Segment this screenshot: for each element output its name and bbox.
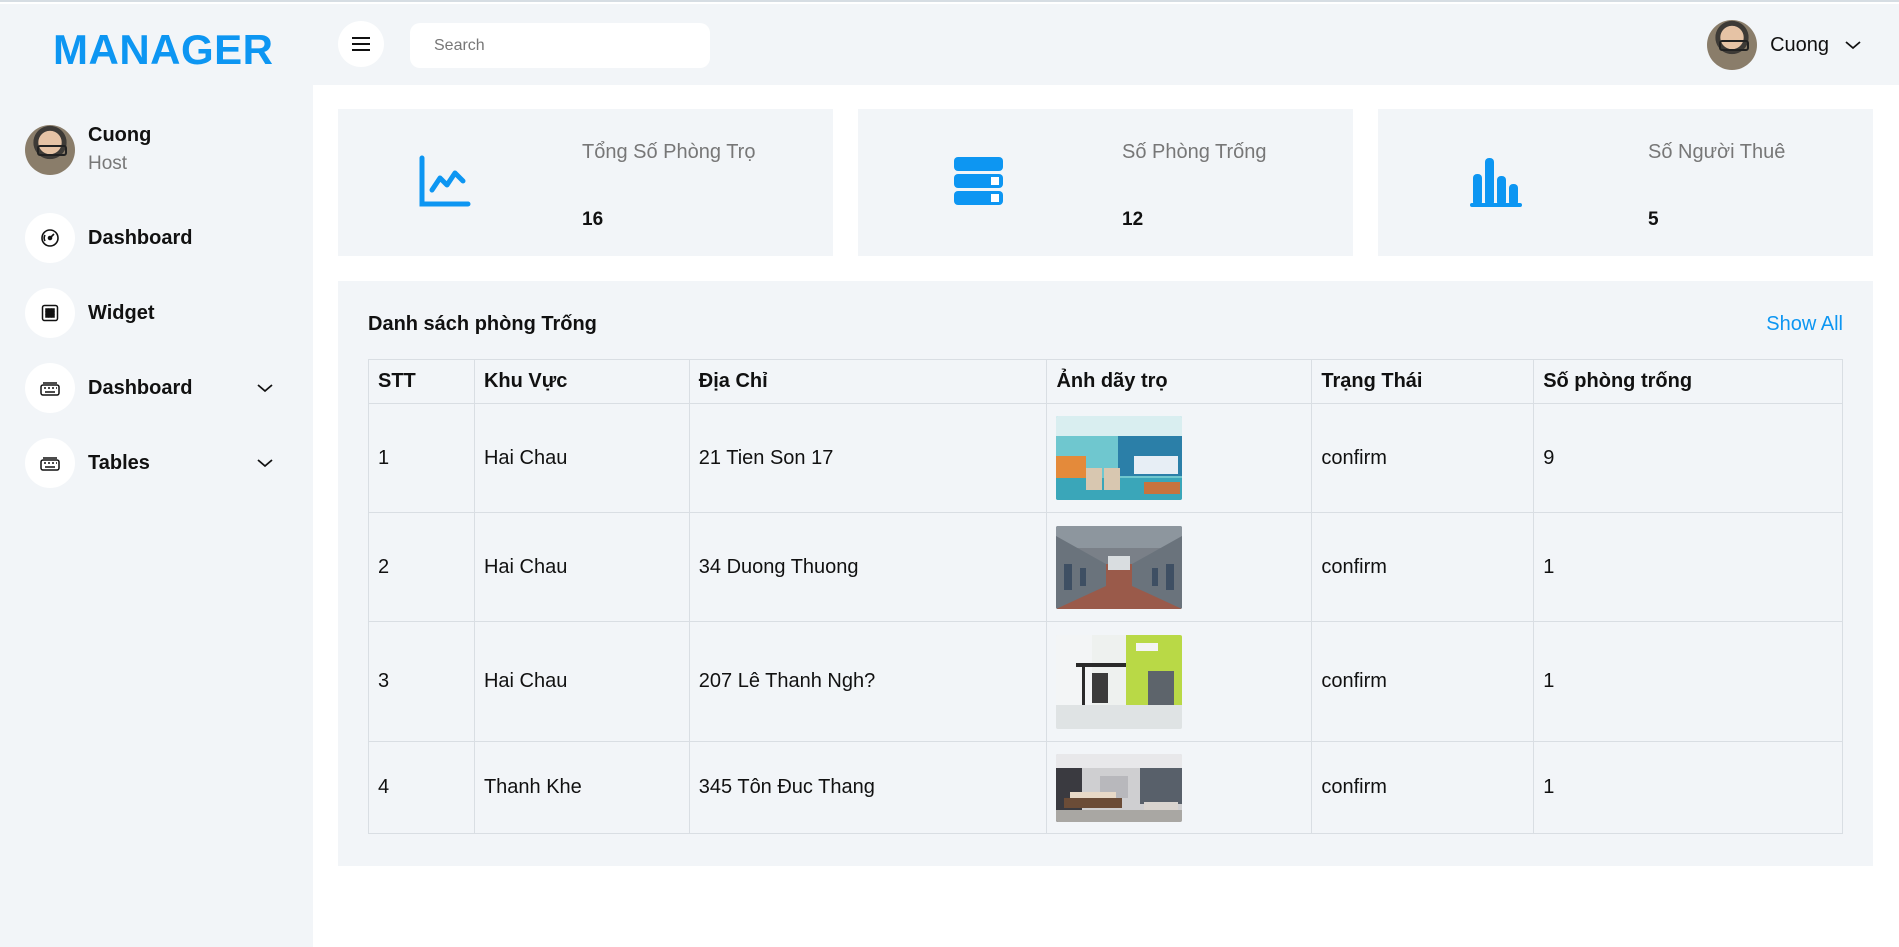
cell-photo xyxy=(1046,741,1313,834)
cell-status: confirm xyxy=(1311,403,1535,513)
sidebar: MANAGER Cuong Host Dashboard Widget Dash… xyxy=(0,4,313,947)
room-photo[interactable] xyxy=(1056,634,1183,729)
cell-photo xyxy=(1046,403,1313,513)
bar-chart-icon xyxy=(1470,158,1522,207)
keyboard-icon xyxy=(25,438,75,488)
table-row[interactable]: 2 Hai Chau 34 Duong Thuong confirm 1 xyxy=(368,512,1843,622)
brand-logo[interactable]: MANAGER xyxy=(53,26,274,74)
stat-title: Số Người Thuê xyxy=(1648,141,1786,163)
avatar xyxy=(25,124,75,175)
user-menu[interactable]: Cuong xyxy=(1707,20,1863,70)
cell-status: confirm xyxy=(1311,741,1535,834)
column-header[interactable]: Ảnh dãy trọ xyxy=(1046,359,1313,404)
cell-empty-rooms: 1 xyxy=(1533,741,1843,834)
profile-role: Host xyxy=(88,153,128,174)
cell-stt: 2 xyxy=(368,512,475,622)
cell-address: 207 Lê Thanh Ngh? xyxy=(688,621,1048,742)
sidebar-nav: Dashboard Widget Dashboard Tables xyxy=(25,213,275,513)
column-header[interactable]: Địa Chỉ xyxy=(688,359,1048,404)
sidebar-item-dashboard[interactable]: Dashboard xyxy=(25,213,275,263)
main-content: Tổng Số Phòng Trọ 16 Số Phòng Trống 12 S… xyxy=(313,85,1899,947)
avatar xyxy=(1707,20,1758,70)
grid-icon xyxy=(25,288,75,338)
column-header[interactable]: Khu Vực xyxy=(473,359,690,404)
column-header[interactable]: Số phòng trống xyxy=(1533,359,1843,404)
stat-value: 12 xyxy=(1122,209,1144,230)
cell-area: Thanh Khe xyxy=(473,741,690,834)
cell-address: 345 Tôn Đuc Thang xyxy=(688,741,1048,834)
column-header[interactable]: STT xyxy=(368,359,475,404)
column-header[interactable]: Trạng Thái xyxy=(1311,359,1535,404)
stat-title: Tổng Số Phòng Trọ xyxy=(582,141,756,163)
cell-stt: 4 xyxy=(368,741,475,834)
sidebar-item-label: Dashboard xyxy=(88,376,193,399)
cell-empty-rooms: 1 xyxy=(1533,512,1843,622)
keyboard-icon xyxy=(25,363,75,413)
cell-status: confirm xyxy=(1311,621,1535,742)
stat-value: 16 xyxy=(582,209,604,230)
stat-title: Số Phòng Trống xyxy=(1122,141,1267,163)
table-row[interactable]: 4 Thanh Khe 345 Tôn Đuc Thang confirm 1 xyxy=(368,741,1843,834)
cell-empty-rooms: 9 xyxy=(1533,403,1843,513)
user-name: Cuong xyxy=(1770,33,1829,56)
empty-rooms-panel: Danh sách phòng Trống Show All STT Khu V… xyxy=(338,281,1873,866)
sidebar-profile: Cuong Host xyxy=(25,124,151,175)
sidebar-item-widget[interactable]: Widget xyxy=(25,288,275,338)
profile-text: Cuong Host xyxy=(88,124,151,175)
cell-empty-rooms: 1 xyxy=(1533,621,1843,742)
room-photo[interactable] xyxy=(1056,525,1183,609)
line-chart-icon xyxy=(419,155,471,207)
sidebar-item-label: Widget xyxy=(88,301,155,324)
table-row[interactable]: 3 Hai Chau 207 Lê Thanh Ngh? confirm 1 xyxy=(368,621,1843,742)
room-photo[interactable] xyxy=(1056,753,1183,822)
table-row[interactable]: 1 Hai Chau 21 Tien Son 17 confirm 9 xyxy=(368,403,1843,513)
sidebar-item-tables[interactable]: Tables xyxy=(25,438,275,488)
cell-stt: 3 xyxy=(368,621,475,742)
chevron-down-icon[interactable] xyxy=(255,453,275,473)
cell-photo xyxy=(1046,621,1313,742)
cell-address: 21 Tien Son 17 xyxy=(688,403,1048,513)
cell-stt: 1 xyxy=(368,403,475,513)
stat-value: 5 xyxy=(1648,209,1659,230)
stat-card-tenants: Số Người Thuê 5 xyxy=(1378,109,1873,256)
profile-name: Cuong xyxy=(88,124,152,146)
panel-title: Danh sách phòng Trống xyxy=(368,313,597,335)
empty-rooms-table: STT Khu Vực Địa Chỉ Ảnh dãy trọ Trạng Th… xyxy=(368,359,1843,834)
gauge-icon xyxy=(25,213,75,263)
cell-area: Hai Chau xyxy=(473,512,690,622)
cell-area: Hai Chau xyxy=(473,403,690,513)
server-icon xyxy=(954,157,1003,205)
room-photo[interactable] xyxy=(1056,416,1183,500)
top-header: Cuong xyxy=(313,4,1899,85)
show-all-link[interactable]: Show All xyxy=(1766,313,1843,336)
sidebar-item-label: Tables xyxy=(88,451,150,474)
cell-photo xyxy=(1046,512,1313,622)
stat-card-empty-rooms: Số Phòng Trống 12 xyxy=(858,109,1353,256)
search-input[interactable] xyxy=(410,23,710,68)
cell-area: Hai Chau xyxy=(473,621,690,742)
stat-card-total-rooms: Tổng Số Phòng Trọ 16 xyxy=(338,109,833,256)
chevron-down-icon[interactable] xyxy=(255,378,275,398)
menu-toggle-button[interactable] xyxy=(338,21,384,67)
hamburger-icon xyxy=(352,37,370,51)
app-frame: MANAGER Cuong Host Dashboard Widget Dash… xyxy=(0,0,1899,947)
chevron-down-icon[interactable] xyxy=(1843,35,1863,55)
cell-status: confirm xyxy=(1311,512,1535,622)
sidebar-item-label: Dashboard xyxy=(88,226,193,249)
cell-address: 34 Duong Thuong xyxy=(688,512,1048,622)
table-header-row: STT Khu Vực Địa Chỉ Ảnh dãy trọ Trạng Th… xyxy=(368,359,1843,404)
sidebar-item-dashboard-group[interactable]: Dashboard xyxy=(25,363,275,413)
